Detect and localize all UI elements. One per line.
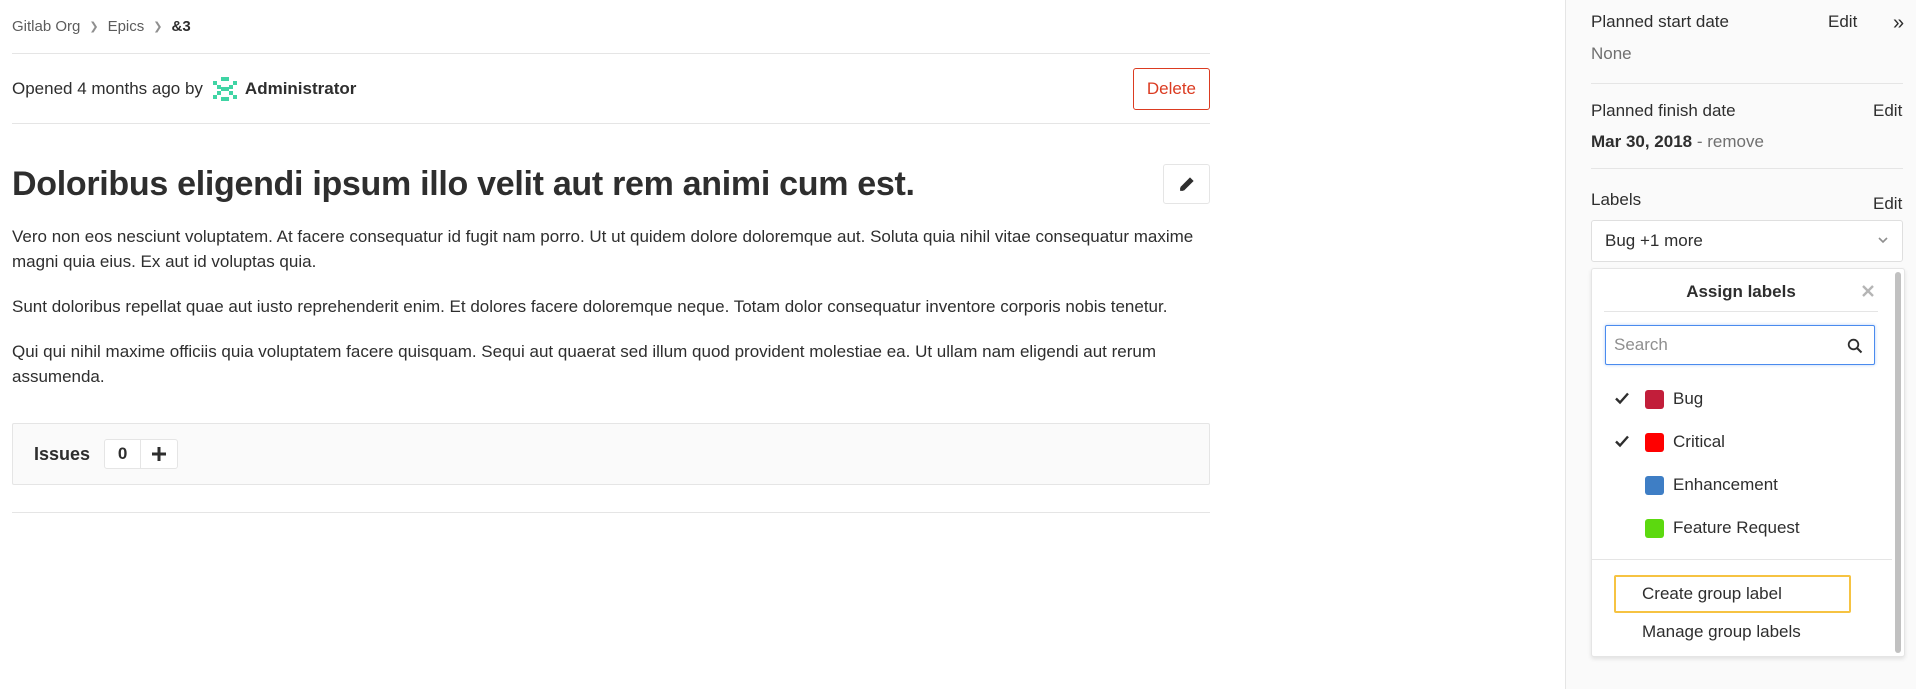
right-sidebar: » Planned start date Edit None Planned f… (1565, 0, 1916, 689)
label-option-feature-request[interactable]: Feature Request (1592, 506, 1882, 549)
breadcrumb-group[interactable]: Gitlab Org (12, 18, 80, 35)
plus-icon (152, 447, 167, 461)
start-date-block: Planned start date Edit None (1591, 12, 1903, 84)
description-paragraph: Vero non eos nesciunt voluptatem. At fac… (12, 227, 1194, 271)
breadcrumb-current: &3 (171, 18, 191, 35)
finish-date-remove-link[interactable]: - remove (1697, 132, 1764, 151)
issues-title: Issues (34, 443, 91, 464)
label-color-swatch (1645, 390, 1664, 409)
label-name: Bug (1673, 389, 1704, 408)
label-color-swatch (1645, 519, 1664, 538)
edit-title-button[interactable] (1163, 164, 1210, 204)
finish-date-value-row: Mar 30, 2018 - remove (1591, 132, 1903, 152)
title-row: Doloribus eligendi ipsum illo velit aut … (12, 164, 1210, 204)
close-icon[interactable] (1860, 283, 1876, 299)
epic-header: Opened 4 months ago by Administrator Del… (12, 54, 1210, 124)
label-name: Enhancement (1673, 475, 1778, 494)
dropdown-divider (1592, 559, 1892, 560)
issues-count: 0 (105, 440, 142, 468)
description-paragraph: Sunt doloribus repellat quae aut iusto r… (12, 297, 1168, 316)
label-option-bug[interactable]: Bug (1592, 377, 1882, 420)
labels-selected-value: Bug +1 more (1605, 231, 1703, 250)
label-color-swatch (1645, 476, 1664, 495)
breadcrumb-epics[interactable]: Epics (108, 18, 145, 35)
start-date-value: None (1591, 44, 1632, 63)
labels-block: Labels Edit (1591, 190, 1903, 214)
issues-counter: 0 (104, 439, 179, 469)
opened-text: Opened 4 months ago by (12, 78, 203, 98)
finish-date-edit-link[interactable]: Edit (1873, 101, 1902, 121)
labels-edit-link[interactable]: Edit (1873, 194, 1902, 214)
search-icon (1847, 338, 1863, 354)
epic-description: Vero non eos nesciunt voluptatem. At fac… (12, 224, 1210, 389)
description-paragraph: Qui qui nihil maxime officiis quia volup… (12, 342, 1157, 386)
dropdown-header: Assign labels (1604, 269, 1878, 312)
label-name: Critical (1673, 432, 1725, 451)
main-content: Gitlab Org ❯ Epics ❯ &3 Opened 4 months … (12, 0, 1210, 689)
chevron-down-icon (1878, 237, 1888, 244)
chevron-right-icon: ❯ (153, 21, 163, 33)
labels-search-input[interactable] (1606, 326, 1836, 364)
label-name: Feature Request (1673, 518, 1800, 537)
divider (12, 512, 1210, 513)
avatar[interactable] (211, 75, 239, 103)
check-icon (1615, 392, 1629, 405)
label-option-enhancement[interactable]: Enhancement (1592, 463, 1882, 506)
create-group-label-link[interactable]: Create group label (1614, 575, 1851, 613)
identicon-icon (212, 76, 237, 101)
related-issues-block: Issues 0 (12, 423, 1210, 485)
delete-button[interactable]: Delete (1132, 67, 1210, 110)
label-color-swatch (1645, 433, 1664, 452)
chevron-right-icon: ❯ (89, 21, 99, 33)
start-date-edit-link[interactable]: Edit (1828, 12, 1857, 32)
finish-date-value: Mar 30, 2018 (1591, 132, 1693, 151)
labels-title: Labels (1591, 190, 1642, 209)
epic-page: Gitlab Org ❯ Epics ❯ &3 Opened 4 months … (0, 0, 1916, 689)
epic-title: Doloribus eligendi ipsum illo velit aut … (12, 164, 915, 203)
pencil-icon (1180, 176, 1194, 191)
label-option-critical[interactable]: Critical (1592, 420, 1882, 463)
add-issue-button[interactable] (141, 440, 177, 468)
labels-list: Bug Critical Enhancement Feature Request (1592, 377, 1882, 549)
labels-dropdown-menu: Assign labels Bug (1591, 268, 1905, 657)
manage-group-labels-link[interactable]: Manage group labels (1614, 614, 1851, 652)
breadcrumb: Gitlab Org ❯ Epics ❯ &3 (12, 0, 1210, 54)
dropdown-title: Assign labels (1686, 282, 1796, 301)
check-icon (1615, 435, 1629, 448)
dropdown-scrollbar[interactable] (1895, 272, 1901, 653)
finish-date-title: Planned finish date (1591, 101, 1736, 120)
labels-dropdown-toggle[interactable]: Bug +1 more (1591, 220, 1903, 262)
finish-date-block: Planned finish date Edit Mar 30, 2018 - … (1591, 101, 1903, 169)
epic-meta: Opened 4 months ago by Administrator (12, 75, 356, 103)
author-name[interactable]: Administrator (245, 79, 356, 99)
labels-search-box (1605, 325, 1875, 365)
